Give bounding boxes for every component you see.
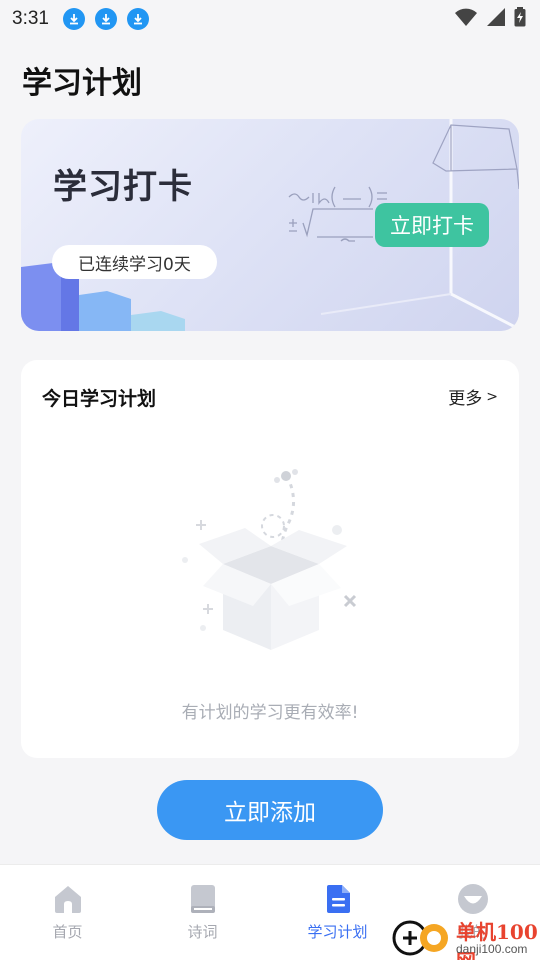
nav-label-poems: 诗词 (187, 923, 218, 941)
nav-item-poems[interactable]: 诗词 (135, 865, 270, 960)
nav-item-home[interactable]: 首页 (0, 865, 135, 960)
status-bar: 3:31 (0, 0, 540, 38)
chevron-right-icon: > (486, 388, 498, 405)
home-icon (54, 886, 81, 913)
nav-item-study-plan[interactable]: 学习计划 (270, 865, 405, 960)
watermark-domain: danji100.com (456, 942, 528, 956)
download-icon (126, 8, 149, 30)
system-icons (454, 7, 526, 27)
download-icon (62, 8, 85, 30)
open-box-icon (182, 469, 357, 650)
page-title: 学习计划 (22, 66, 142, 101)
document-icon (326, 885, 350, 913)
empty-state-text: 有计划的学习更有效率! (181, 703, 359, 723)
download-icon (94, 8, 117, 30)
checkin-button[interactable]: 立即打卡 (375, 203, 489, 247)
wifi-icon (455, 8, 477, 26)
nav-label-home: 首页 (52, 923, 83, 941)
more-label: 更多 (448, 389, 483, 409)
book-icon (190, 885, 215, 913)
signal-icon (487, 8, 505, 26)
nav-label-study-plan: 学习计划 (307, 923, 368, 941)
watermark: 单机100网 danji100.com (390, 914, 540, 960)
more-link[interactable]: 更多 > (448, 384, 498, 410)
streak-badge: 已连续学习0天 (52, 245, 217, 279)
status-time: 3:31 (12, 8, 49, 29)
plan-card-title: 今日学习计划 (42, 388, 157, 410)
checkin-banner: 学习打卡 已连续学习0天 立即打卡 (21, 119, 519, 331)
banner-title: 学习打卡 (53, 167, 193, 207)
profile-icon (457, 884, 488, 914)
add-plan-button[interactable]: 立即添加 (157, 780, 383, 840)
today-plan-card: 今日学习计划 更多 > 有计划的学习更有效率! (21, 360, 519, 758)
watermark-logo-icon (392, 920, 448, 956)
battery-charging-icon (514, 7, 526, 27)
